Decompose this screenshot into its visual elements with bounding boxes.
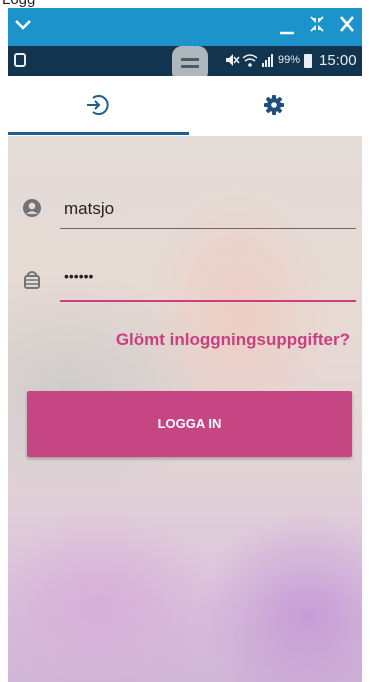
signal-icon: [262, 54, 273, 67]
username-input[interactable]: matsjo: [64, 199, 114, 219]
wifi-icon: [242, 54, 258, 67]
chevron-down-icon[interactable]: [14, 14, 32, 36]
shrink-icon[interactable]: [308, 14, 326, 38]
window-title-text: Logg: [2, 0, 35, 8]
sync-icon: [14, 53, 26, 67]
login-panel: matsjo •••••• Glömt inloggningsuppgifter…: [8, 136, 362, 682]
app-window: Logg: [0, 0, 370, 682]
user-icon: [22, 198, 42, 223]
tab-bar: [8, 76, 362, 135]
close-icon[interactable]: [338, 14, 356, 38]
battery-percent: 99%: [278, 54, 301, 66]
window-title-bar: [8, 8, 362, 46]
login-icon: [85, 93, 109, 122]
forgot-credentials-link[interactable]: Glömt inloggningsuppgifter?: [116, 330, 350, 350]
password-underline: [60, 300, 356, 302]
gear-icon: [263, 94, 285, 121]
login-button[interactable]: LOGGA IN: [27, 391, 352, 457]
minimize-icon[interactable]: [278, 16, 296, 42]
username-underline: [60, 228, 356, 229]
password-input[interactable]: ••••••: [64, 268, 93, 284]
status-time: 15:00: [319, 52, 357, 69]
tab-settings[interactable]: [185, 76, 362, 134]
tab-login[interactable]: [8, 76, 185, 134]
status-icons: [224, 52, 276, 71]
tab-indicator: [8, 132, 189, 135]
lock-icon: [23, 270, 41, 295]
battery-icon: [304, 54, 312, 68]
mute-icon: [226, 54, 240, 66]
